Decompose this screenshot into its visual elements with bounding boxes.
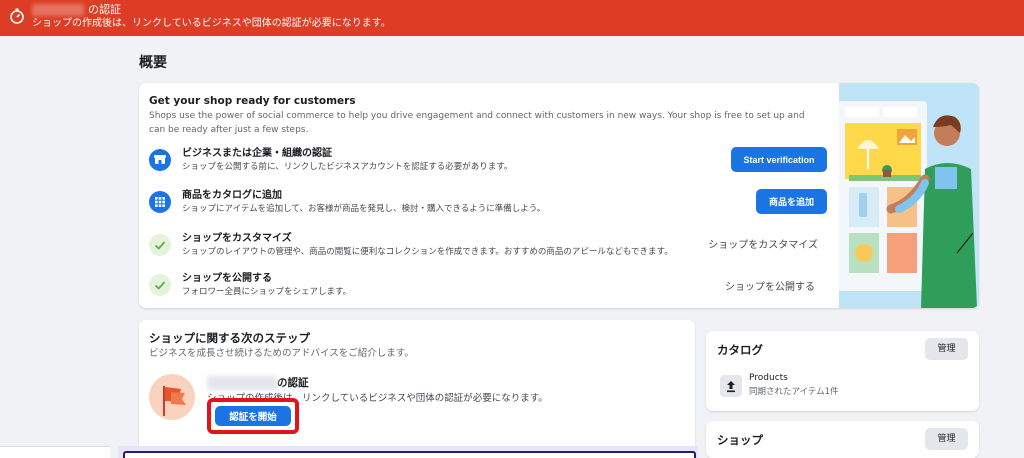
flag-icon [149,374,195,420]
catalog-title: カタログ [717,343,763,357]
upload-icon [720,375,742,397]
stopwatch-icon [10,8,24,24]
shop-card: ショップ 管理 [706,421,979,458]
catalog-synced-items: 同期されたアイテム1件 [749,387,839,397]
next-steps-card: ショップに関する次のステップ ビジネスを成長させ続けるためのアドバイスをご紹介し… [139,320,695,458]
catalog-manage-button[interactable]: 管理 [925,338,968,360]
left-gutter [0,36,106,458]
next-steps-subtitle: ビジネスを成長させ続けるためのアドバイスをご紹介します。 [149,348,414,359]
redacted-business-name [207,376,277,390]
page-title: 概要 [139,55,167,71]
next-steps-title: ショップに関する次のステップ [149,331,310,345]
add-products-button[interactable]: 商品を追加 [756,189,827,214]
left-nav-bottom [0,446,110,458]
next-card-outline [123,451,696,458]
step-description: ショップのレイアウトの管理や、商品の閲覧に便利なコレクションを作成できます。おす… [182,247,673,257]
banner-title-suffix: の認証 [88,3,121,16]
step-description: ショップを公開する前に、リンクしたビジネスアカウントを認証する必要があります。 [182,162,513,172]
verification-banner: の認証 ショップの作成後は、リンクしているビジネスや団体の認証が必要になります。 [0,0,1024,36]
catalog-products-label: Products [749,373,788,383]
start-verification-button[interactable]: Start verification [731,147,827,172]
step-title: ビジネスまたは企業・組織の認証 [182,148,332,159]
banner-title: の認証 [32,3,121,17]
shop-setup-card: Get your shop ready for customers Shops … [139,83,979,308]
step-description: ショップにアイテムを追加して、お客様が商品を発見し、検討・購入できるように準備し… [182,204,546,214]
publish-shop-link[interactable]: ショップを公開する [725,278,815,293]
shop-manage-button[interactable]: 管理 [925,428,968,450]
verify-title-suffix: の認証 [277,377,309,389]
store-icon [149,149,171,171]
step-title: ショップを公開する [182,273,272,284]
customize-shop-link[interactable]: ショップをカスタマイズ [708,236,818,251]
step-business-verification: ビジネスまたは企業・組織の認証 ショップを公開する前に、リンクしたビジネスアカウ… [149,147,829,177]
setup-description: Shops use the power of social commerce t… [149,111,805,135]
redacted-business-name [32,4,84,16]
start-verify-button[interactable]: 認証を開始 [215,406,291,426]
step-add-products: 商品をカタログに追加 ショップにアイテムを追加して、お客様が商品を発見し、検討・… [149,189,829,219]
verify-title: の認証 [207,375,309,390]
grid-icon [149,191,171,213]
setup-title: Get your shop ready for customers [149,95,356,107]
shopkeeper-illustration [837,83,979,308]
check-icon [149,234,171,256]
shop-title: ショップ [717,433,763,447]
banner-message: ショップの作成後は、リンクしているビジネスや団体の認証が必要になります。 [32,18,391,29]
step-description: フォロワー全員にショップをシェアします。 [182,287,352,297]
catalog-card: カタログ 管理 Products 同期されたアイテム1件 [706,331,979,411]
step-title: 商品をカタログに追加 [182,190,282,201]
step-title: ショップをカスタマイズ [182,233,292,244]
check-icon [149,274,171,296]
